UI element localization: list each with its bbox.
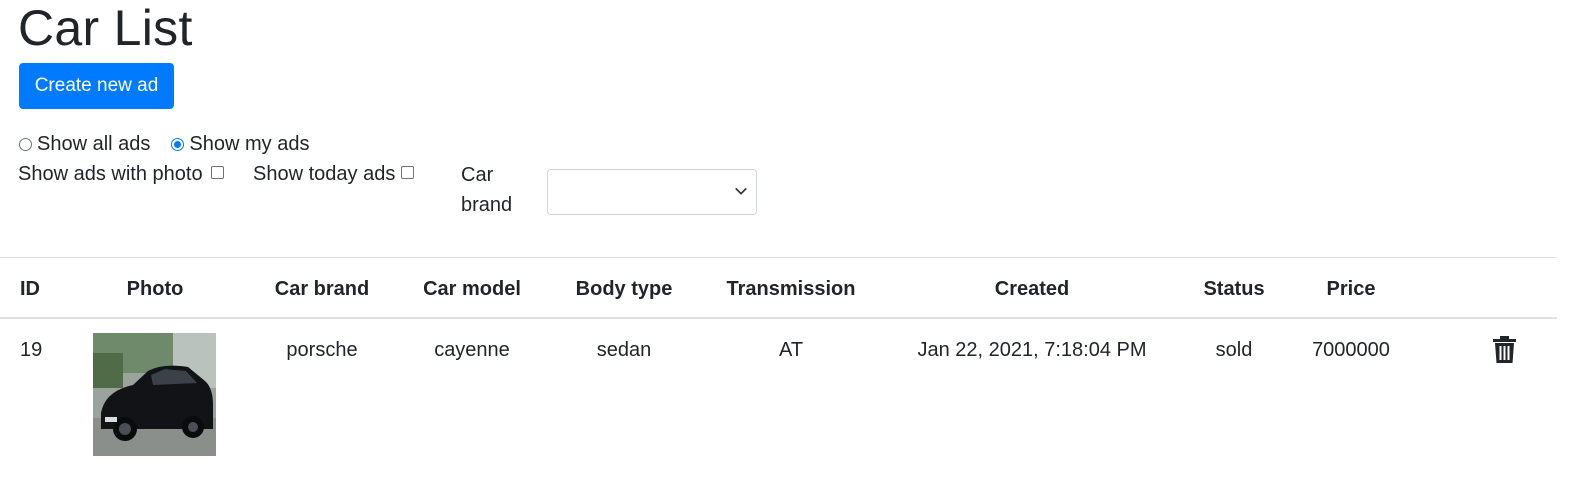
header-created: Created (994, 278, 1070, 300)
cell-car-brand: porsche (286, 339, 358, 361)
create-new-ad-button[interactable]: Create new ad (19, 63, 174, 109)
car-brand-label-line2: brand (461, 194, 513, 216)
header-car-model: Car model (423, 278, 521, 300)
header-body-type: Body type (575, 278, 673, 300)
show-my-ads-label[interactable]: Show my ads (189, 130, 309, 158)
page-title: Car List (18, 0, 193, 56)
car-photo-image (93, 333, 216, 456)
show-ads-with-photo-checkbox[interactable] (211, 166, 224, 179)
cell-price: 7000000 (1312, 339, 1390, 361)
car-photo[interactable] (93, 333, 216, 456)
show-all-ads-radio[interactable] (19, 137, 32, 151)
header-photo: Photo (126, 278, 184, 300)
cell-transmission: AT (778, 339, 804, 361)
cell-status: sold (1215, 339, 1253, 361)
header-price: Price (1326, 278, 1376, 300)
table-header-divider (0, 317, 1557, 319)
show-today-ads-checkbox[interactable] (401, 166, 414, 179)
chevron-down-icon (735, 187, 747, 195)
cell-body-type: sedan (596, 339, 652, 361)
show-ads-with-photo-label[interactable]: Show ads with photo (18, 160, 203, 188)
ads-scope-radio-group: Show all ads Show my ads (18, 130, 329, 158)
header-status: Status (1203, 278, 1265, 300)
car-brand-select[interactable] (547, 169, 757, 215)
car-brand-filter-label: Car brand (461, 160, 521, 220)
header-id: ID (20, 278, 40, 300)
trash-icon[interactable] (1492, 336, 1517, 364)
show-today-ads-label[interactable]: Show today ads (253, 160, 395, 188)
show-my-ads-radio[interactable] (171, 137, 185, 151)
cell-id: 19 (20, 339, 43, 361)
cell-created: Jan 22, 2021, 7:18:04 PM (917, 339, 1147, 361)
header-transmission: Transmission (726, 278, 856, 300)
section-divider (0, 257, 1557, 258)
header-car-brand: Car brand (274, 278, 370, 300)
cell-car-model: cayenne (434, 339, 510, 361)
car-brand-label-line1: Car (461, 164, 494, 186)
show-all-ads-label[interactable]: Show all ads (37, 130, 150, 158)
